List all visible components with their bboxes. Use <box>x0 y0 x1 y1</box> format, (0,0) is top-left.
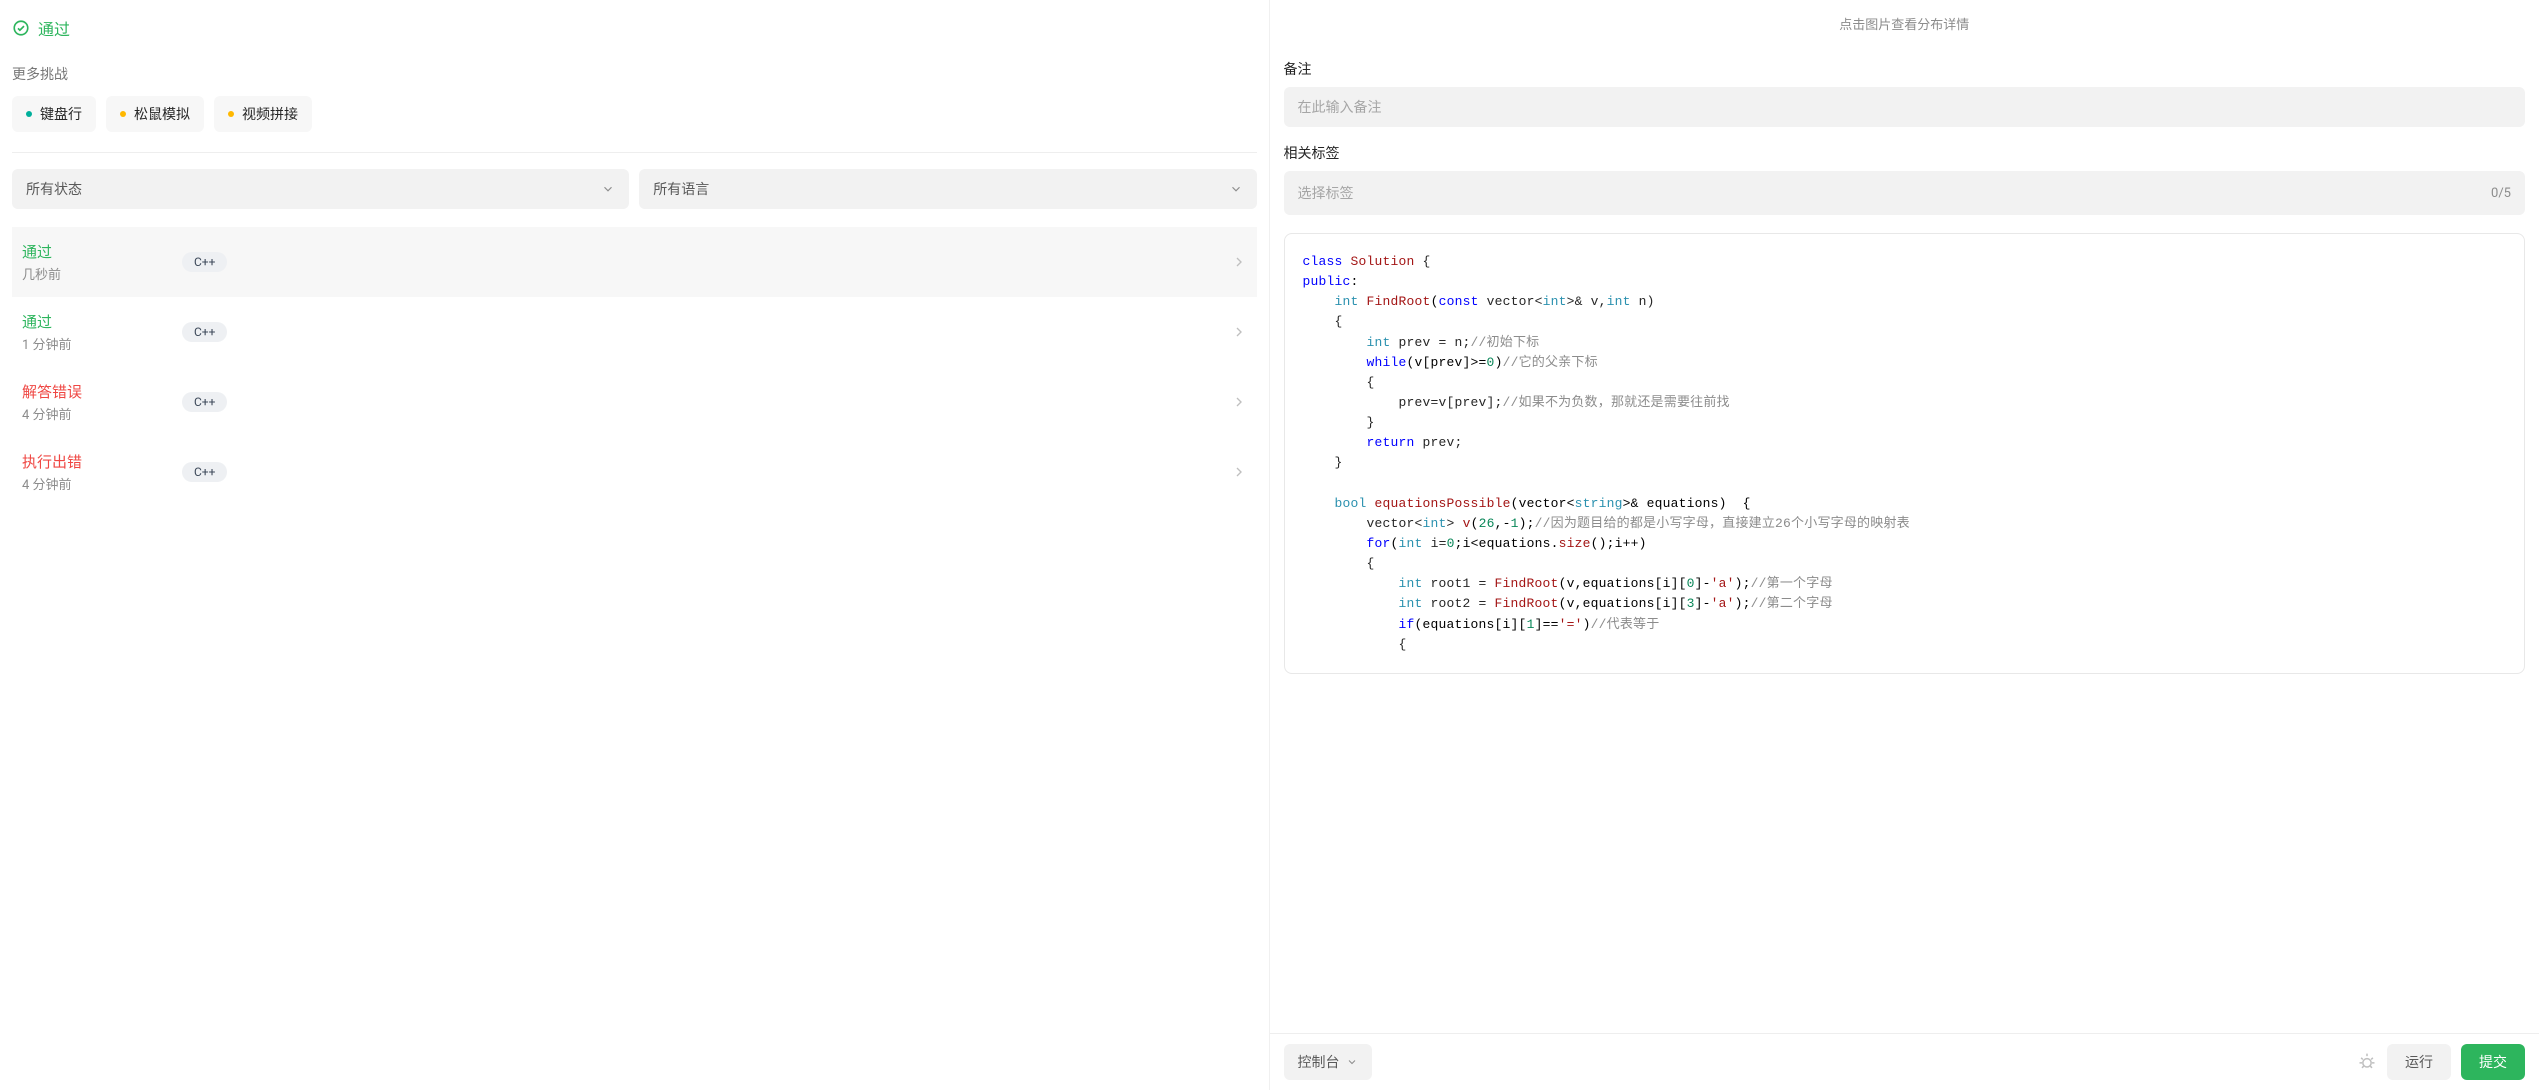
challenge-chips: 键盘行 松鼠模拟 视频拼接 <box>12 96 1257 132</box>
chevron-down-icon <box>1346 1056 1358 1068</box>
challenge-chip[interactable]: 视频拼接 <box>214 96 312 132</box>
console-label: 控制台 <box>1298 1052 1340 1072</box>
submission-time: 几秒前 <box>22 264 182 283</box>
submission-time: 4 分钟前 <box>22 474 182 493</box>
submission-info: 解答错误 4 分钟前 <box>22 381 182 423</box>
more-challenges-label: 更多挑战 <box>12 64 1257 84</box>
submission-status: 执行出错 <box>22 451 182 472</box>
submission-row[interactable]: 解答错误 4 分钟前C++ <box>12 367 1257 437</box>
code-block: class Solution { public: int FindRoot(co… <box>1303 252 2507 655</box>
chevron-down-icon <box>1229 182 1243 196</box>
left-panel: 通过 更多挑战 键盘行松鼠模拟视频拼接 所有状态 所有语言 通过几秒前C++通过… <box>0 0 1270 1090</box>
status-filter-label: 所有状态 <box>26 179 82 199</box>
console-button[interactable]: 控制台 <box>1284 1044 1372 1080</box>
submission-status: 通过 <box>22 311 182 332</box>
submit-button[interactable]: 提交 <box>2461 1044 2525 1080</box>
filters-row: 所有状态 所有语言 <box>12 169 1257 209</box>
chevron-right-icon <box>1231 254 1247 270</box>
run-button[interactable]: 运行 <box>2387 1044 2451 1080</box>
submission-status: 通过 <box>22 241 182 262</box>
submission-row[interactable]: 通过几秒前C++ <box>12 227 1257 297</box>
submission-time: 4 分钟前 <box>22 404 182 423</box>
bottom-bar: 控制台 运行 提交 <box>1270 1033 2539 1090</box>
language-pill: C++ <box>182 252 227 272</box>
status-filter-select[interactable]: 所有状态 <box>12 169 629 209</box>
challenge-chip-label: 键盘行 <box>40 104 82 124</box>
status-header-text: 通过 <box>38 16 70 40</box>
submission-row[interactable]: 执行出错 4 分钟前C++ <box>12 437 1257 507</box>
challenge-chip-label: 松鼠模拟 <box>134 104 190 124</box>
remark-input[interactable] <box>1284 87 2526 127</box>
status-header: 通过 <box>12 16 1257 40</box>
right-content: 点击图片查看分布详情 备注 相关标签 选择标签 0/5 class Soluti… <box>1270 0 2539 1033</box>
difficulty-dot <box>120 111 126 117</box>
tags-placeholder: 选择标签 <box>1298 183 1354 203</box>
chevron-right-icon <box>1231 394 1247 410</box>
submission-info: 执行出错 4 分钟前 <box>22 451 182 493</box>
language-pill: C++ <box>182 322 227 342</box>
check-circle-icon <box>12 19 30 37</box>
divider <box>12 152 1257 153</box>
challenge-chip-label: 视频拼接 <box>242 104 298 124</box>
distribution-hint[interactable]: 点击图片查看分布详情 <box>1284 0 2526 51</box>
right-panel: 点击图片查看分布详情 备注 相关标签 选择标签 0/5 class Soluti… <box>1270 0 2539 1090</box>
language-pill: C++ <box>182 392 227 412</box>
language-filter-select[interactable]: 所有语言 <box>639 169 1256 209</box>
submission-time: 1 分钟前 <box>22 334 182 353</box>
remark-label: 备注 <box>1284 59 2526 79</box>
chevron-down-icon <box>601 182 615 196</box>
chevron-right-icon <box>1231 324 1247 340</box>
submission-info: 通过几秒前 <box>22 241 182 283</box>
submission-info: 通过 1 分钟前 <box>22 311 182 353</box>
challenge-chip[interactable]: 键盘行 <box>12 96 96 132</box>
code-card: class Solution { public: int FindRoot(co… <box>1284 233 2526 674</box>
tags-label: 相关标签 <box>1284 143 2526 163</box>
language-filter-label: 所有语言 <box>653 179 709 199</box>
language-pill: C++ <box>182 462 227 482</box>
bug-icon[interactable] <box>2357 1052 2377 1072</box>
chevron-right-icon <box>1231 464 1247 480</box>
submission-status: 解答错误 <box>22 381 182 402</box>
difficulty-dot <box>228 111 234 117</box>
submission-row[interactable]: 通过 1 分钟前C++ <box>12 297 1257 367</box>
challenge-chip[interactable]: 松鼠模拟 <box>106 96 204 132</box>
tags-count: 0/5 <box>2491 186 2511 201</box>
difficulty-dot <box>26 111 32 117</box>
tags-select[interactable]: 选择标签 0/5 <box>1284 171 2526 215</box>
submission-list: 通过几秒前C++通过1 分钟前C++解答错误4 分钟前C++执行出错4 分钟前C… <box>12 227 1257 507</box>
